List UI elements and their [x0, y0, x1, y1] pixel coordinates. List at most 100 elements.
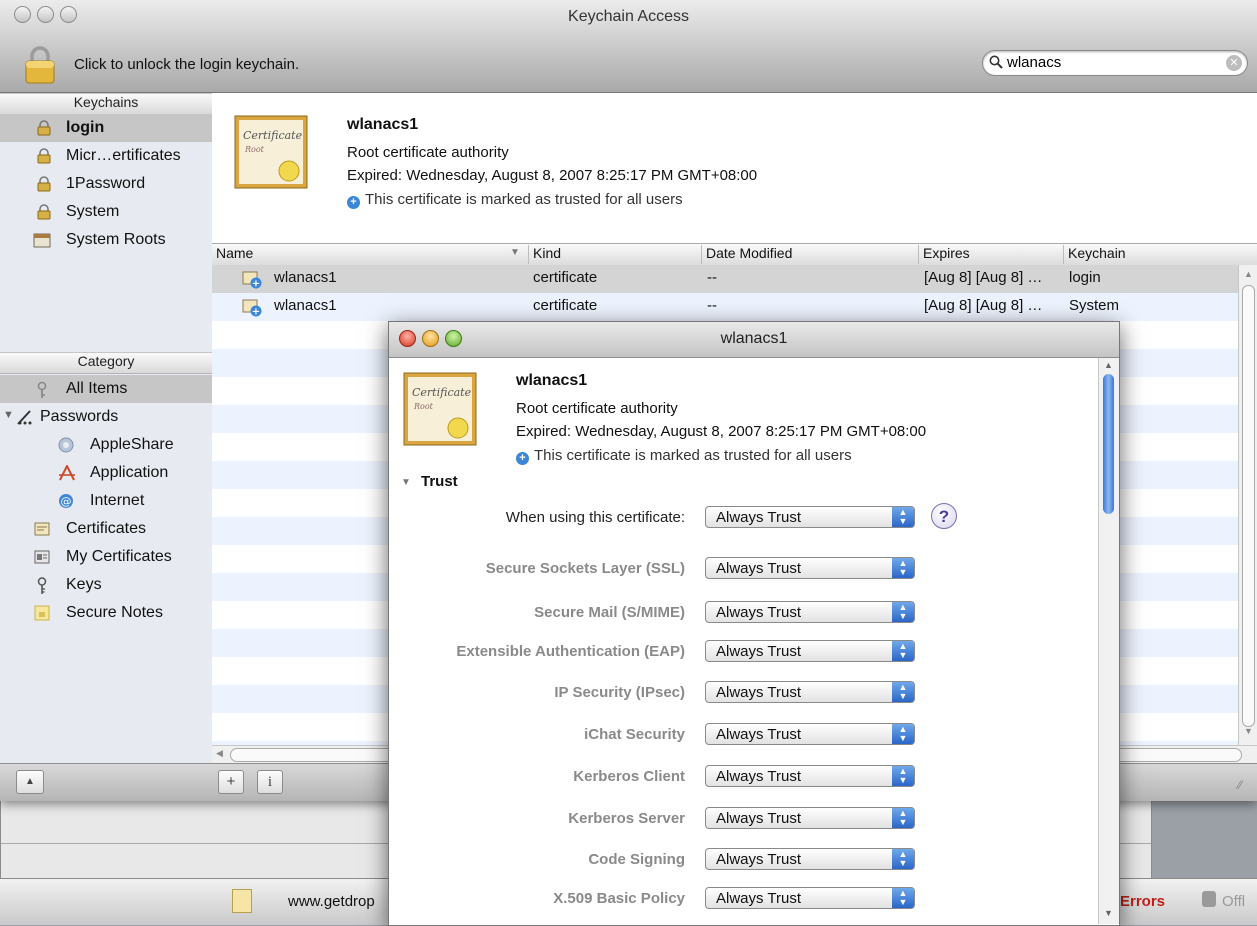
unlock-prompt[interactable]: Click to unlock the login keychain.: [74, 56, 299, 73]
policy-popup-kerberos-server[interactable]: Always Trust ▲ ▼: [705, 807, 915, 829]
errors-label[interactable]: Errors: [1120, 893, 1165, 910]
offline-label[interactable]: Offl: [1222, 893, 1245, 910]
sidebar-item-label: Internet: [90, 492, 145, 509]
scrollbar-thumb[interactable]: [1103, 374, 1114, 514]
policy-popup-x509-basic[interactable]: Always Trust ▲ ▼: [705, 887, 915, 909]
popup-value: Always Trust: [716, 684, 802, 701]
sidebar-item-appleshare[interactable]: AppleShare: [0, 431, 212, 459]
resize-grip-icon[interactable]: ⁄⁄: [1238, 778, 1242, 792]
column-header-name[interactable]: Name: [212, 245, 526, 264]
policy-label-ssl: Secure Sockets Layer (SSL): [485, 560, 685, 577]
sidebar-item-internet[interactable]: @ Internet: [0, 487, 212, 515]
popup-arrows-icon: ▲ ▼: [892, 808, 914, 828]
sidebar-item-application[interactable]: Application: [0, 459, 212, 487]
scroll-up-arrow-icon[interactable]: ▲: [1244, 269, 1253, 279]
offline-icon: [1202, 891, 1216, 907]
internet-icon: @: [58, 493, 74, 509]
help-button[interactable]: ?: [931, 503, 957, 529]
sidebar-item-label: AppleShare: [90, 436, 174, 453]
cell-kind: certificate: [533, 297, 598, 314]
cell-keychain: login: [1069, 269, 1101, 286]
dialog-vertical-scrollbar[interactable]: ▲ ▼: [1098, 358, 1119, 924]
disclosure-triangle-icon[interactable]: ▼: [3, 409, 14, 421]
sidebar-item-label: System Roots: [66, 231, 166, 248]
clear-search-icon[interactable]: ✕: [1226, 55, 1242, 71]
cell-date-modified: --: [707, 269, 717, 286]
scroll-down-arrow-icon[interactable]: ▼: [1104, 908, 1113, 918]
svg-text:@: @: [61, 495, 72, 508]
sidebar-item-passwords[interactable]: ▼ Passwords: [0, 403, 212, 431]
sidebar-item-system-roots[interactable]: System Roots: [0, 226, 212, 254]
table-row[interactable]: + wlanacs1 certificate -- [Aug 8] [Aug 8…: [212, 265, 1238, 293]
column-header-date-modified[interactable]: Date Modified: [701, 245, 792, 264]
table-vertical-scrollbar[interactable]: ▲ ▼: [1238, 265, 1257, 745]
info-button[interactable]: i: [257, 770, 283, 794]
search-icon: [989, 55, 1003, 69]
cell-date-modified: --: [707, 297, 717, 314]
sidebar-item-all-items[interactable]: All Items: [0, 375, 212, 403]
certificate-icon-text: Certificate: [243, 129, 303, 142]
disclosure-triangle-icon[interactable]: ▼: [401, 477, 411, 488]
popup-arrows-icon: ▲ ▼: [892, 507, 914, 527]
scrollbar-track[interactable]: [1242, 285, 1255, 727]
lock-icon[interactable]: [24, 46, 56, 84]
when-using-popup[interactable]: Always Trust ▲ ▼: [705, 506, 915, 528]
policy-popup-smime[interactable]: Always Trust ▲ ▼: [705, 601, 915, 623]
policy-popup-code-signing[interactable]: Always Trust ▲ ▼: [705, 848, 915, 870]
policy-label-code-signing: Code Signing: [588, 851, 685, 868]
cell-name: wlanacs1: [274, 297, 337, 314]
popup-value: Always Trust: [716, 890, 802, 907]
column-header-keychain[interactable]: Keychain: [1063, 245, 1126, 264]
application-icon: [58, 463, 75, 481]
policy-popup-ichat[interactable]: Always Trust ▲ ▼: [705, 723, 915, 745]
trust-note: + This certificate is marked as trusted f…: [347, 191, 683, 209]
url-text[interactable]: www.getdrop: [288, 893, 375, 910]
sidebar-item-label: Application: [90, 464, 169, 481]
sidebar-item-login[interactable]: login: [0, 114, 212, 142]
policy-label-ipsec: IP Security (IPsec): [554, 684, 685, 701]
when-using-label: When using this certificate:: [505, 509, 685, 526]
sidebar-item-label: Keys: [66, 576, 102, 593]
certificate-name: wlanacs1: [347, 116, 419, 133]
plus-circle-icon: +: [347, 196, 360, 209]
sidebar-item-system[interactable]: System: [0, 198, 212, 226]
popup-arrows-icon: ▲ ▼: [892, 602, 914, 622]
policy-popup-ssl[interactable]: Always Trust ▲ ▼: [705, 557, 915, 579]
add-button[interactable]: +: [218, 770, 244, 794]
search-field[interactable]: ✕: [982, 50, 1248, 76]
scroll-down-arrow-icon[interactable]: ▼: [1244, 726, 1253, 736]
policy-popup-kerberos-client[interactable]: Always Trust ▲ ▼: [705, 765, 915, 787]
cell-expires: [Aug 8] [Aug 8] …: [924, 269, 1043, 286]
svg-text:+: +: [252, 307, 260, 318]
sidebar-item-keys[interactable]: Keys: [0, 571, 212, 599]
passwords-icon: [16, 409, 32, 425]
scroll-left-arrow-icon[interactable]: ◀: [216, 748, 223, 759]
table-header: Name ▼ Kind Date Modified Expires Keycha…: [212, 243, 1257, 266]
popup-arrows-icon: ▲ ▼: [892, 766, 914, 786]
policy-popup-ipsec[interactable]: Always Trust ▲ ▼: [705, 681, 915, 703]
dialog-title-bar: wlanacs1: [389, 322, 1119, 358]
scroll-up-arrow-icon[interactable]: ▲: [1104, 360, 1113, 370]
secure-note-icon: [34, 605, 50, 621]
column-header-kind[interactable]: Kind: [528, 245, 561, 264]
certificate-icon: [34, 521, 50, 537]
policy-popup-eap[interactable]: Always Trust ▲ ▼: [705, 640, 915, 662]
sidebar-item-label: Secure Notes: [66, 604, 163, 621]
show-sidebar-button[interactable]: ▲: [16, 770, 44, 794]
search-input[interactable]: [1005, 53, 1219, 72]
table-row[interactable]: + wlanacs1 certificate -- [Aug 8] [Aug 8…: [212, 293, 1238, 321]
certificate-icon: Certificate Root: [234, 115, 308, 189]
all-items-icon: [34, 381, 50, 398]
popup-value: Always Trust: [716, 851, 802, 868]
sidebar-item-secure-notes[interactable]: Secure Notes: [0, 599, 212, 627]
sidebar-item-1password[interactable]: 1Password: [0, 170, 212, 198]
sidebar-item-certificates[interactable]: Certificates: [0, 515, 212, 543]
lock-icon: [36, 176, 52, 192]
column-header-expires[interactable]: Expires: [918, 245, 970, 264]
trust-note-text: This certificate is marked as trusted fo…: [365, 191, 683, 208]
trust-note-text: This certificate is marked as trusted fo…: [534, 447, 852, 464]
sidebar-item-microsoft-certificates[interactable]: Micr…ertificates: [0, 142, 212, 170]
trust-section-label[interactable]: Trust: [421, 473, 458, 490]
keychains-header: Keychains: [0, 93, 212, 115]
sidebar-item-my-certificates[interactable]: My Certificates: [0, 543, 212, 571]
